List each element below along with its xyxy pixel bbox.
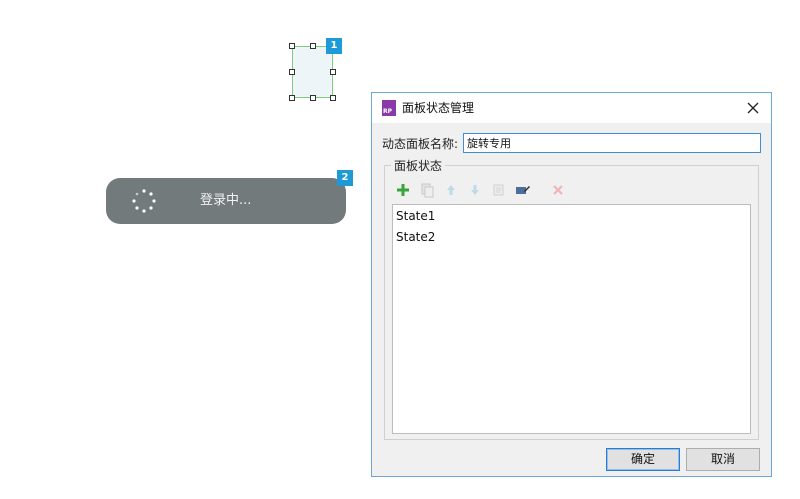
dialog-title: 面板状态管理	[402, 101, 475, 115]
edit-icon[interactable]	[491, 182, 507, 198]
interaction-badge-1: 1	[326, 38, 342, 54]
panel-states-group: 面板状态 State1 State2	[384, 157, 759, 440]
panel-states-label: 面板状态	[391, 157, 446, 174]
move-up-icon[interactable]	[443, 182, 459, 198]
resize-handle[interactable]	[310, 95, 316, 101]
loading-spinner-icon	[132, 189, 156, 213]
panel-name-label: 动态面板名称:	[382, 137, 459, 151]
resize-handle[interactable]	[330, 95, 336, 101]
close-icon[interactable]	[743, 98, 763, 118]
interaction-badge-2: 2	[337, 170, 353, 186]
resize-handle[interactable]	[289, 69, 295, 75]
list-item[interactable]: State1	[396, 209, 435, 223]
ok-button[interactable]: 确定	[606, 448, 680, 471]
loading-panel[interactable]: 登录中...	[106, 178, 346, 224]
cancel-button[interactable]: 取消	[686, 448, 760, 471]
resize-handle[interactable]	[330, 69, 336, 75]
list-item[interactable]: State2	[396, 230, 435, 244]
resize-handle[interactable]	[289, 95, 295, 101]
app-icon-text: RP	[383, 108, 393, 115]
delete-icon[interactable]	[550, 182, 566, 198]
resize-handle[interactable]	[289, 43, 295, 49]
axure-rp-icon: RP	[382, 100, 396, 116]
panel-state-manager-dialog: RP 面板状态管理 动态面板名称: 面板状态	[371, 92, 772, 477]
duplicate-icon[interactable]	[419, 182, 435, 198]
loading-text: 登录中...	[200, 193, 252, 208]
move-down-icon[interactable]	[467, 182, 483, 198]
panel-name-input[interactable]	[463, 133, 761, 153]
resize-handle[interactable]	[310, 43, 316, 49]
state-list[interactable]: State1 State2	[392, 204, 751, 434]
dialog-titlebar[interactable]: RP 面板状态管理	[372, 93, 771, 123]
add-icon[interactable]	[395, 182, 411, 198]
edit-all-icon[interactable]	[515, 182, 531, 198]
